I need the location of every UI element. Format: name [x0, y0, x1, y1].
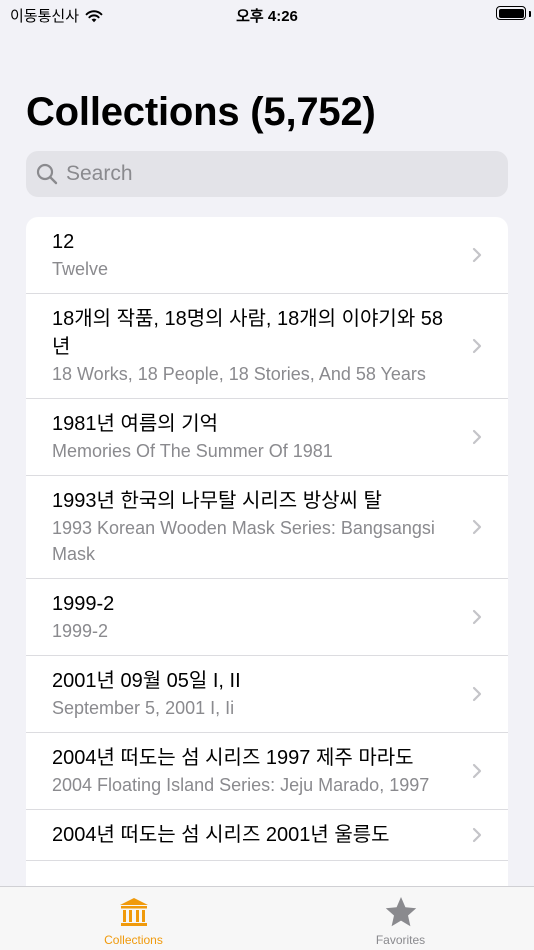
chevron-right-icon	[472, 338, 482, 354]
list-item-title: 18개의 작품, 18명의 사람, 18개의 이야기와 58년	[52, 308, 444, 358]
collections-list: 12 Twelve 18개의 작품, 18명의 사람, 18개의 이야기와 58년 1…	[26, 217, 508, 886]
search-icon	[36, 163, 58, 185]
list-item[interactable]: 1981년 여름의 기억 Memories Of The Summer Of 19…	[26, 399, 508, 476]
list-item[interactable]: 2004년 떠도는 섬 시리즈 2001년 울릉도	[26, 810, 508, 861]
list-item-title: 2004년 떠도는 섬 시리즈 1997 제주 마라도	[52, 747, 414, 769]
tab-favorites-label: Favorites	[375, 933, 426, 947]
list-item-title: 12	[52, 231, 75, 253]
search-bar[interactable]	[26, 151, 508, 197]
list-item-title: 2004년 떠도는 섬 시리즈 2001년 울릉도	[52, 824, 390, 846]
list-item[interactable]: 1999-2 1999-2	[26, 579, 508, 656]
list-item[interactable]: 18개의 작품, 18명의 사람, 18개의 이야기와 58년 18 Works,…	[26, 294, 508, 399]
star-icon	[385, 897, 416, 927]
list-item-subtitle: 1999-2	[52, 621, 109, 641]
chevron-right-icon	[472, 763, 482, 779]
list-item-subtitle: Memories Of The Summer Of 1981	[52, 441, 333, 461]
list-item[interactable]: 2004년 떠도는 섬 시리즈 1997 제주 마라도 2004 Floating…	[26, 733, 508, 810]
museum-icon	[119, 898, 148, 926]
list-item-title: 2001년 09월 05일 I, II	[52, 670, 241, 692]
list-item-title: 1981년 여름의 기억	[52, 413, 219, 435]
tab-favorites[interactable]: Favorites	[267, 887, 534, 950]
status-bar: 이동통신사 오후 4:26	[0, 0, 534, 28]
tab-bar: Collections Favorites	[0, 886, 534, 950]
chevron-right-icon	[472, 247, 482, 263]
battery-cap	[528, 11, 531, 17]
page-title: Collections (5,752)	[26, 90, 376, 134]
list-item[interactable]: 2001년 09월 05일 I, II September 5, 2001 I, …	[26, 656, 508, 733]
chevron-right-icon	[472, 429, 482, 445]
list-item-title: 1993년 한국의 나무탈 시리즈 방상씨 탈	[52, 490, 382, 512]
chevron-right-icon	[472, 827, 482, 843]
list-item[interactable]: 1993년 한국의 나무탈 시리즈 방상씨 탈 1993 Korean Woode…	[26, 476, 508, 579]
list-item-subtitle: Twelve	[52, 259, 109, 279]
list-item-subtitle: 1993 Korean Wooden Mask Series: Bangsang…	[52, 518, 435, 564]
list-item[interactable]: 12 Twelve	[26, 217, 508, 294]
search-input[interactable]	[66, 162, 486, 186]
list-item-subtitle: 18 Works, 18 People, 18 Stories, And 58 …	[52, 364, 426, 384]
tab-collections[interactable]: Collections	[0, 887, 267, 950]
chevron-right-icon	[472, 686, 482, 702]
clock: 오후 4:26	[236, 8, 298, 25]
tab-collections-label: Collections	[104, 933, 163, 947]
battery-icon	[496, 6, 526, 20]
list-item-subtitle: September 5, 2001 I, Ii	[52, 698, 235, 718]
chevron-right-icon	[472, 519, 482, 535]
list-item-subtitle: 2004 Floating Island Series: Jeju Marado…	[52, 775, 430, 795]
chevron-right-icon	[472, 609, 482, 625]
list-item-title: 1999-2	[52, 593, 115, 615]
